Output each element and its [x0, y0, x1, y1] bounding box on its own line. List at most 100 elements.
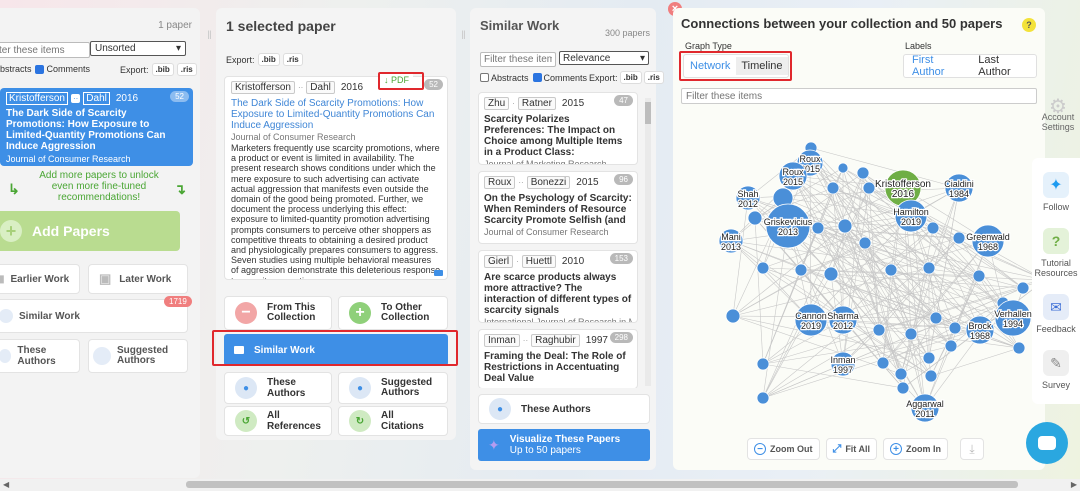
- graph-node[interactable]: [1016, 281, 1030, 295]
- graph-node[interactable]: [922, 351, 936, 365]
- graph-node[interactable]: [922, 261, 936, 275]
- horizontal-scrollbar[interactable]: ◀ ▶: [0, 479, 1080, 491]
- paper-author-2[interactable]: Dahl: [306, 81, 335, 94]
- graph-node[interactable]: [756, 261, 770, 275]
- similar-paper-card[interactable]: Gierl · Huettl 2010 153 Are scarce products a…: [478, 250, 638, 323]
- paper-title-link[interactable]: The Dark Side of Scarcity Promotions: Ho…: [231, 98, 441, 131]
- survey-button[interactable]: ✎ Survey: [1042, 350, 1070, 390]
- scrollbar-thumb[interactable]: [645, 102, 651, 124]
- add-to-collection-button[interactable]: + To Other Collection: [338, 296, 448, 330]
- paper-author-2[interactable]: Huettl: [521, 255, 556, 268]
- graph-node[interactable]: [837, 218, 853, 234]
- graph-node[interactable]: [926, 221, 940, 235]
- account-settings[interactable]: ⚙ Account Settings: [1036, 97, 1080, 132]
- comments-checkbox[interactable]: [34, 64, 44, 74]
- help-icon[interactable]: ?: [1022, 18, 1036, 32]
- collection-paper-card[interactable]: Kristofferson ·· Dahl 2016 52 The Dark S…: [0, 88, 193, 166]
- comments-checkbox[interactable]: [532, 73, 542, 82]
- later-work-button[interactable]: ▣ Later Work: [88, 264, 188, 294]
- download-button[interactable]: ⤓: [959, 438, 984, 460]
- scroll-right-icon[interactable]: ▶: [1071, 480, 1077, 489]
- similar-paper-card[interactable]: Zhu · Ratner 2015 47 Scarcity Polarizes Prefe…: [478, 92, 638, 165]
- export-bib-button[interactable]: .bib: [619, 71, 642, 84]
- graph-node[interactable]: [756, 391, 770, 405]
- all-citations-button[interactable]: ↻ All Citations: [338, 406, 448, 436]
- add-papers-button[interactable]: + Add Papers: [0, 211, 180, 251]
- scroll-left-icon[interactable]: ◀: [3, 480, 9, 489]
- all-references-button[interactable]: ↺ All References: [224, 406, 332, 436]
- graph-node[interactable]: [944, 339, 958, 353]
- similar-paper-card[interactable]: Roux ·· Bonezzi 2015 96 On the Psychology of …: [478, 171, 638, 244]
- paper-author-1[interactable]: Kristofferson: [6, 92, 68, 105]
- chat-launcher-button[interactable]: [1026, 422, 1068, 464]
- zoom-out-button[interactable]: − Zoom Out: [747, 438, 820, 460]
- similar-paper-card[interactable]: Inman ·· Raghubir 1997 298 Framing the Deal: …: [478, 329, 638, 388]
- graph-node[interactable]: [876, 356, 890, 370]
- tutorial-button[interactable]: ? Tutorial Resources: [1032, 228, 1080, 278]
- panel-splitter[interactable]: ‖: [461, 28, 466, 42]
- network-graph[interactable]: Roux2015Roux2015Shah2012Kristofferson201…: [673, 108, 1045, 438]
- graph-node[interactable]: [904, 327, 918, 341]
- graph-node[interactable]: [872, 323, 886, 337]
- similar-sort-select[interactable]: Relevance ▾: [559, 51, 649, 65]
- paper-author-2[interactable]: Raghubir: [531, 334, 580, 347]
- graph-node[interactable]: [837, 162, 849, 174]
- first-author-tab[interactable]: First Author: [904, 54, 974, 78]
- last-author-tab[interactable]: Last Author: [974, 54, 1036, 78]
- graph-node[interactable]: [972, 269, 986, 283]
- graph-node[interactable]: [929, 311, 943, 325]
- visualize-button[interactable]: ✦ Visualize These Papers Up to 50 papers: [478, 429, 650, 461]
- graph-node[interactable]: [1012, 341, 1026, 355]
- paper-author-2[interactable]: Bonezzi: [526, 176, 571, 189]
- abstracts-checkbox[interactable]: [480, 73, 489, 82]
- follow-button[interactable]: ✦ Follow: [1042, 172, 1069, 212]
- paper-author-1[interactable]: Roux: [484, 176, 516, 189]
- export-ris-button[interactable]: .ris: [282, 53, 303, 66]
- graph-node[interactable]: [856, 166, 870, 180]
- similar-list-scrollbar[interactable]: [645, 98, 651, 386]
- paper-author-2[interactable]: Ratner: [517, 97, 556, 110]
- graph-node[interactable]: [924, 369, 938, 383]
- similar-work-nav[interactable]: Similar Work: [0, 299, 188, 333]
- paper-author-1[interactable]: Zhu: [484, 97, 510, 110]
- graph-node[interactable]: [862, 181, 876, 195]
- graph-node[interactable]: [884, 263, 898, 277]
- collection-filter-input[interactable]: [0, 42, 90, 58]
- paper-author-1[interactable]: Inman: [484, 334, 520, 347]
- export-bib-button[interactable]: .bib: [257, 53, 280, 66]
- graph-node[interactable]: [794, 263, 808, 277]
- earlier-work-button[interactable]: ▮ Earlier Work: [0, 264, 80, 294]
- graph-node[interactable]: [823, 266, 839, 282]
- these-authors-nav[interactable]: These Authors: [0, 339, 80, 373]
- export-ris-button[interactable]: .ris: [643, 71, 664, 84]
- graph-node[interactable]: [747, 210, 763, 226]
- remove-from-collection-button[interactable]: − From This Collection: [224, 296, 332, 330]
- feedback-button[interactable]: ✉ Feedback: [1036, 294, 1076, 334]
- graph-node[interactable]: [858, 236, 872, 250]
- paper-author-1[interactable]: Kristofferson: [231, 81, 295, 94]
- export-ris-button[interactable]: .ris: [176, 63, 197, 76]
- collapse-icon[interactable]: [434, 270, 443, 276]
- these-authors-button[interactable]: ● These Authors: [224, 372, 332, 404]
- zoom-in-button[interactable]: + Zoom In: [882, 438, 948, 460]
- paper-author-1[interactable]: Gierl: [484, 255, 514, 268]
- graph-node[interactable]: [948, 321, 962, 335]
- paper-author-2[interactable]: Dahl: [83, 92, 110, 105]
- export-bib-button[interactable]: .bib: [151, 63, 174, 76]
- collection-sort-select[interactable]: Unsorted ▾: [90, 41, 186, 56]
- graph-node[interactable]: [826, 181, 840, 195]
- suggested-authors-button[interactable]: ● Suggested Authors: [338, 372, 448, 404]
- graph-node[interactable]: [725, 308, 741, 324]
- graph-node[interactable]: [896, 381, 910, 395]
- suggested-authors-nav[interactable]: Suggested Authors: [88, 339, 188, 373]
- graph-node[interactable]: [894, 367, 908, 381]
- graph-filter-input[interactable]: [681, 88, 1037, 104]
- scrollbar-thumb[interactable]: [186, 481, 1018, 488]
- fit-all-button[interactable]: ⤢ Fit All: [825, 438, 877, 460]
- graph-node[interactable]: [756, 357, 770, 371]
- graph-node[interactable]: [952, 231, 966, 245]
- these-authors-button[interactable]: ● These Authors: [478, 394, 650, 424]
- graph-node[interactable]: [811, 221, 825, 235]
- similar-filter-input[interactable]: [480, 52, 556, 67]
- panel-splitter[interactable]: ‖: [207, 28, 212, 42]
